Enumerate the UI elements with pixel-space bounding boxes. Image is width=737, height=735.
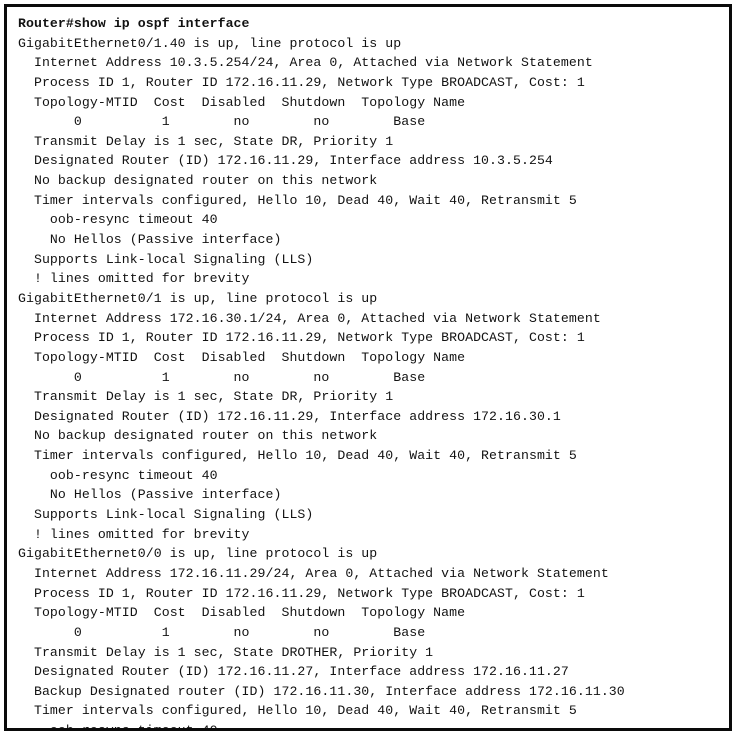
terminal-line-detail: Transmit Delay is 1 sec, State DROTHER, … — [18, 644, 434, 660]
terminal-line-subdetail: oob-resync timeout 40 — [18, 723, 218, 731]
terminal-line-detail: Process ID 1, Router ID 172.16.11.29, Ne… — [18, 585, 585, 601]
terminal-line-comment: ! lines omitted for brevity — [18, 526, 250, 542]
terminal-line-detail: Internet Address 10.3.5.254/24, Area 0, … — [18, 55, 593, 71]
terminal-line-detail: Transmit Delay is 1 sec, State DR, Prior… — [18, 133, 394, 149]
terminal-line-table-header: Topology-MTID Cost Disabled Shutdown Top… — [18, 94, 466, 110]
terminal-line-detail: Timer intervals configured, Hello 10, De… — [18, 192, 577, 208]
terminal-border: Router#show ip ospf interface GigabitEthe… — [4, 4, 732, 731]
terminal-window: Router#show ip ospf interface GigabitEthe… — [0, 0, 737, 735]
terminal-line-subdetail: oob-resync timeout 40 — [18, 212, 218, 228]
terminal-line-table-header: Topology-MTID Cost Disabled Shutdown Top… — [18, 605, 466, 621]
terminal-line-command: Router#show ip ospf interface — [18, 16, 250, 31]
terminal-line-subdetail: oob-resync timeout 40 — [18, 467, 218, 483]
terminal-line-detail: Designated Router (ID) 172.16.11.27, Int… — [18, 664, 569, 680]
terminal-line-table-row: 0 1 no no Base — [18, 114, 426, 130]
terminal-line-detail: Internet Address 172.16.11.29/24, Area 0… — [18, 565, 609, 581]
terminal-line-detail: Transmit Delay is 1 sec, State DR, Prior… — [18, 389, 394, 405]
terminal-line-table-header: Topology-MTID Cost Disabled Shutdown Top… — [18, 349, 466, 365]
terminal-line-detail: Internet Address 172.16.30.1/24, Area 0,… — [18, 310, 601, 326]
terminal-line-detail: Timer intervals configured, Hello 10, De… — [18, 448, 577, 464]
terminal-line-interface-header: GigabitEthernet0/1 is up, line protocol … — [18, 290, 378, 306]
terminal-line-subdetail: No Hellos (Passive interface) — [18, 232, 282, 248]
terminal-line-interface-header: GigabitEthernet0/1.40 is up, line protoc… — [18, 35, 402, 51]
terminal-line-detail: Process ID 1, Router ID 172.16.11.29, Ne… — [18, 74, 585, 90]
terminal-line-detail: Designated Router (ID) 172.16.11.29, Int… — [18, 153, 553, 169]
terminal-line-detail: Backup Designated router (ID) 172.16.11.… — [18, 683, 625, 699]
terminal-line-detail: Timer intervals configured, Hello 10, De… — [18, 703, 577, 719]
terminal-line-detail: Supports Link-local Signaling (LLS) — [18, 507, 314, 523]
terminal-output[interactable]: Router#show ip ospf interface GigabitEthe… — [7, 7, 729, 731]
terminal-line-detail: No backup designated router on this netw… — [18, 428, 378, 444]
terminal-line-table-row: 0 1 no no Base — [18, 369, 426, 385]
terminal-line-comment: ! lines omitted for brevity — [18, 271, 250, 287]
terminal-line-detail: Process ID 1, Router ID 172.16.11.29, Ne… — [18, 330, 585, 346]
terminal-line-detail: Designated Router (ID) 172.16.11.29, Int… — [18, 408, 561, 424]
terminal-line-table-row: 0 1 no no Base — [18, 624, 426, 640]
terminal-line-subdetail: No Hellos (Passive interface) — [18, 487, 282, 503]
terminal-line-detail: No backup designated router on this netw… — [18, 173, 378, 189]
terminal-line-interface-header: GigabitEthernet0/0 is up, line protocol … — [18, 546, 378, 562]
terminal-line-detail: Supports Link-local Signaling (LLS) — [18, 251, 314, 267]
